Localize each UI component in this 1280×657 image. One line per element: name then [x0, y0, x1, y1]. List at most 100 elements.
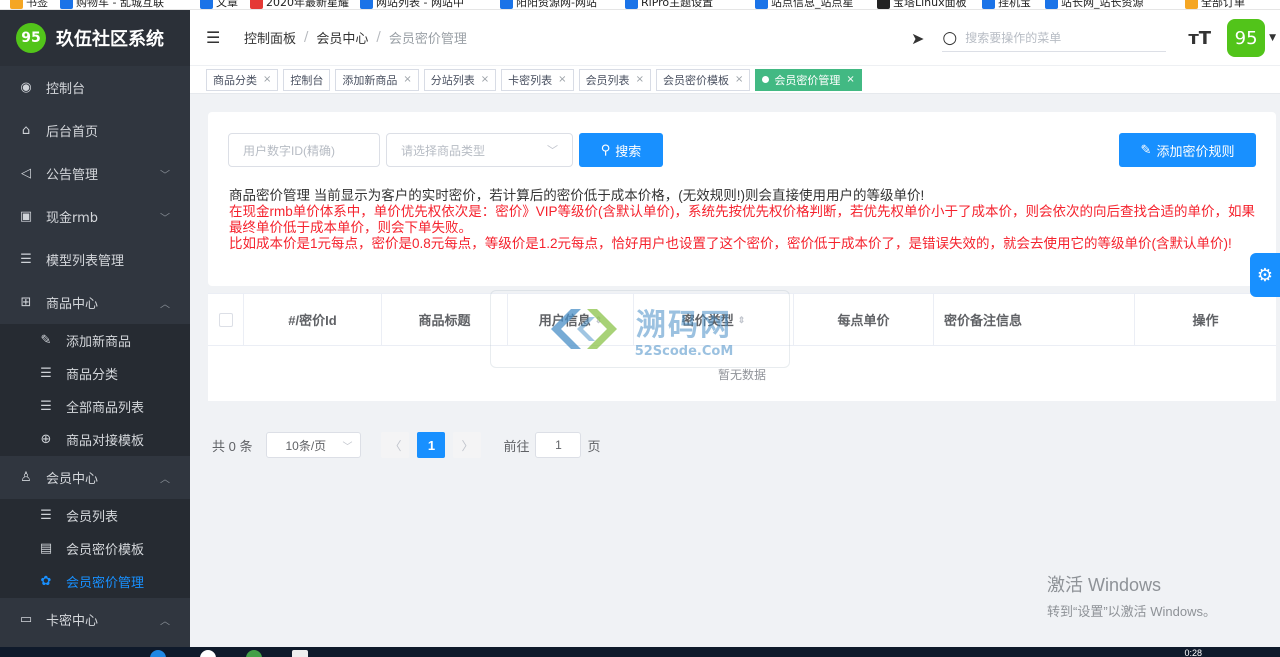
chevron-down-icon: ﹀ — [160, 213, 170, 224]
tab-label: 会员密价模板 — [662, 73, 729, 87]
browser-icon[interactable] — [150, 650, 166, 657]
bookmark-label: 文章 — [216, 0, 238, 9]
sidebar-subitem-label: 会员密价模板 — [66, 543, 145, 558]
bookmark-item[interactable]: 全部订单 — [1185, 0, 1245, 9]
close-icon[interactable]: × — [263, 74, 271, 85]
bookmark-label: 阳阳资源网-网站 — [516, 0, 597, 9]
tab-label: 卡密列表 — [508, 73, 553, 87]
tab[interactable]: 会员列表 × — [578, 68, 651, 91]
empty-state: 暂无数据 — [717, 367, 766, 382]
speaker-icon: ◁ — [21, 166, 31, 181]
prev-page-button[interactable]: 〈 — [381, 432, 410, 458]
sidebar-subitem[interactable]: ☰ 商品分类 — [0, 357, 190, 390]
cash-icon: ▣ — [19, 209, 33, 224]
sidebar-item-card[interactable]: ▭ 卡密中心 ︿ — [0, 598, 190, 641]
add-button-label: 添加密价规则 — [1156, 144, 1235, 160]
dashboard-icon: ◉ — [20, 80, 32, 95]
menu-search-input[interactable] — [965, 30, 1156, 45]
menu-fold-icon[interactable]: ☰ — [206, 28, 224, 47]
sidebar-item[interactable]: ☰ 模型列表管理 — [0, 238, 190, 281]
goto-page-input[interactable]: 1 — [535, 432, 582, 458]
sidebar-subitem[interactable]: ☰ 全部商品列表 — [0, 390, 190, 423]
breadcrumb-item[interactable]: 会员中心 — [316, 28, 368, 47]
bookmark-item[interactable]: 宝塔Linux面板 — [877, 0, 967, 9]
filter-panel: 用户数字ID(精确) 请选择商品类型 ﹀ ⚲ 搜索 ✎ 添加密价规则 商品密价管… — [208, 112, 1276, 286]
close-icon[interactable]: × — [846, 74, 854, 85]
bookmark-item[interactable]: 书签 — [10, 0, 48, 9]
bookmark-item[interactable]: 2020年最新星耀 — [250, 0, 349, 9]
sidebar-item[interactable]: ◁ 公告管理 ﹀ — [0, 152, 190, 195]
close-icon[interactable]: × — [735, 74, 743, 85]
close-icon[interactable]: × — [481, 74, 489, 85]
send-icon[interactable]: ➤ — [911, 29, 924, 48]
tab-active[interactable]: 会员密价管理 × — [755, 68, 862, 91]
user-id-input[interactable]: 用户数字ID(精确) — [228, 133, 380, 167]
tab-label: 会员密价管理 — [774, 73, 841, 87]
column-header[interactable]: 用户信息 ⇕ — [508, 293, 634, 346]
sidebar-subitem[interactable]: ⊕ 商品对接模板 — [0, 423, 190, 456]
bookmark-item[interactable]: 阳阳资源网-网站 — [500, 0, 597, 9]
column-label: 操作 — [1192, 313, 1219, 328]
settings-button[interactable]: ⚙ — [1250, 253, 1280, 297]
bookmark-item[interactable]: RiPro主题设置 — [625, 0, 713, 9]
goods-type-placeholder: 请选择商品类型 — [401, 143, 486, 158]
avatar[interactable]: 95 — [1227, 19, 1266, 57]
sidebar-item[interactable]: ▣ 现金rmb ﹀ — [0, 195, 190, 238]
folder-icon[interactable] — [292, 650, 308, 657]
windows-taskbar: 0:28 — [0, 647, 1280, 657]
bookmark-item[interactable]: 站点信息_站点星 — [755, 0, 854, 9]
card-icon: ▭ — [19, 612, 33, 627]
sort-icon[interactable]: ⇕ — [738, 315, 746, 324]
app-icon[interactable] — [246, 650, 262, 657]
add-price-rule-button[interactable]: ✎ 添加密价规则 — [1119, 133, 1256, 167]
bookmark-item[interactable]: 挂机宝 — [982, 0, 1031, 9]
sort-icon[interactable]: ⇕ — [595, 315, 603, 324]
page-jumper: 前往 1 页 — [503, 432, 601, 458]
pagination-total: 共 0 条 — [212, 438, 253, 454]
sidebar-subitem-label: 会员列表 — [66, 510, 119, 525]
caret-down-icon[interactable]: ▼ — [1269, 33, 1276, 43]
font-size-icon[interactable]: тT — [1188, 28, 1211, 49]
menu-search[interactable]: ○ — [942, 24, 1167, 52]
breadcrumb-item[interactable]: 控制面板 — [244, 28, 296, 47]
close-icon[interactable]: × — [403, 74, 411, 85]
close-icon[interactable]: × — [636, 74, 644, 85]
tab[interactable]: 卡密列表 × — [501, 68, 574, 91]
brand[interactable]: 95 玖伍社区系统 — [0, 10, 190, 66]
page-number-button[interactable]: 1 — [417, 432, 446, 458]
bookmark-item[interactable]: 购物车 - 乱城互联 — [60, 0, 164, 9]
search-button[interactable]: ⚲ 搜索 — [579, 133, 663, 167]
tab[interactable]: 会员密价模板 × — [655, 68, 751, 91]
sidebar-item[interactable]: ◉ 控制台 — [0, 66, 190, 109]
select-all-checkbox[interactable] — [218, 312, 233, 327]
sidebar-item-member[interactable]: ♙ 会员中心 ︿ — [0, 456, 190, 499]
sidebar-item[interactable]: ⌂ 后台首页 — [0, 109, 190, 152]
goods-type-select[interactable]: 请选择商品类型 ﹀ — [386, 133, 573, 167]
bookmark-favicon-icon — [625, 0, 638, 9]
sidebar-subitem[interactable]: ✎ 添加新商品 — [0, 324, 190, 357]
bookmark-item[interactable]: 站长网_站长资源 — [1045, 0, 1144, 9]
tab[interactable]: 添加新商品 × — [335, 68, 419, 91]
sidebar-subitem[interactable]: ☰ 会员列表 — [0, 499, 190, 532]
sidebar-subitem-active[interactable]: ✿ 会员密价管理 — [0, 565, 190, 598]
bookmark-item[interactable]: 文章 — [200, 0, 238, 9]
tab[interactable]: 控制台 — [283, 68, 331, 91]
goto-suffix: 页 — [587, 438, 601, 454]
bookmark-item[interactable]: 网站列表 - 网站中 — [360, 0, 464, 9]
select-all-cell — [208, 293, 244, 346]
sidebar-item[interactable]: ⊞ 商品中心 ︿ — [0, 281, 190, 324]
search-icon[interactable] — [200, 650, 216, 657]
sidebar-item-label: 后台首页 — [46, 125, 99, 140]
bookmark-label: 站长网_站长资源 — [1061, 0, 1144, 9]
tab[interactable]: 商品分类 × — [206, 68, 279, 91]
bookmark-favicon-icon — [877, 0, 890, 9]
card-icon: ▤ — [39, 541, 53, 556]
tab[interactable]: 分站列表 × — [423, 68, 497, 91]
page-size-select[interactable]: 10条/页 ﹀ — [266, 432, 362, 458]
next-page-button[interactable]: 〉 — [453, 432, 482, 458]
list-icon: ☰ — [40, 399, 52, 414]
sidebar-subitem[interactable]: ▤ 会员密价模板 — [0, 532, 190, 565]
close-icon[interactable]: × — [558, 74, 566, 85]
bookmark-label: 挂机宝 — [998, 0, 1031, 9]
column-header[interactable]: 密价类型 ⇕ — [634, 293, 794, 346]
